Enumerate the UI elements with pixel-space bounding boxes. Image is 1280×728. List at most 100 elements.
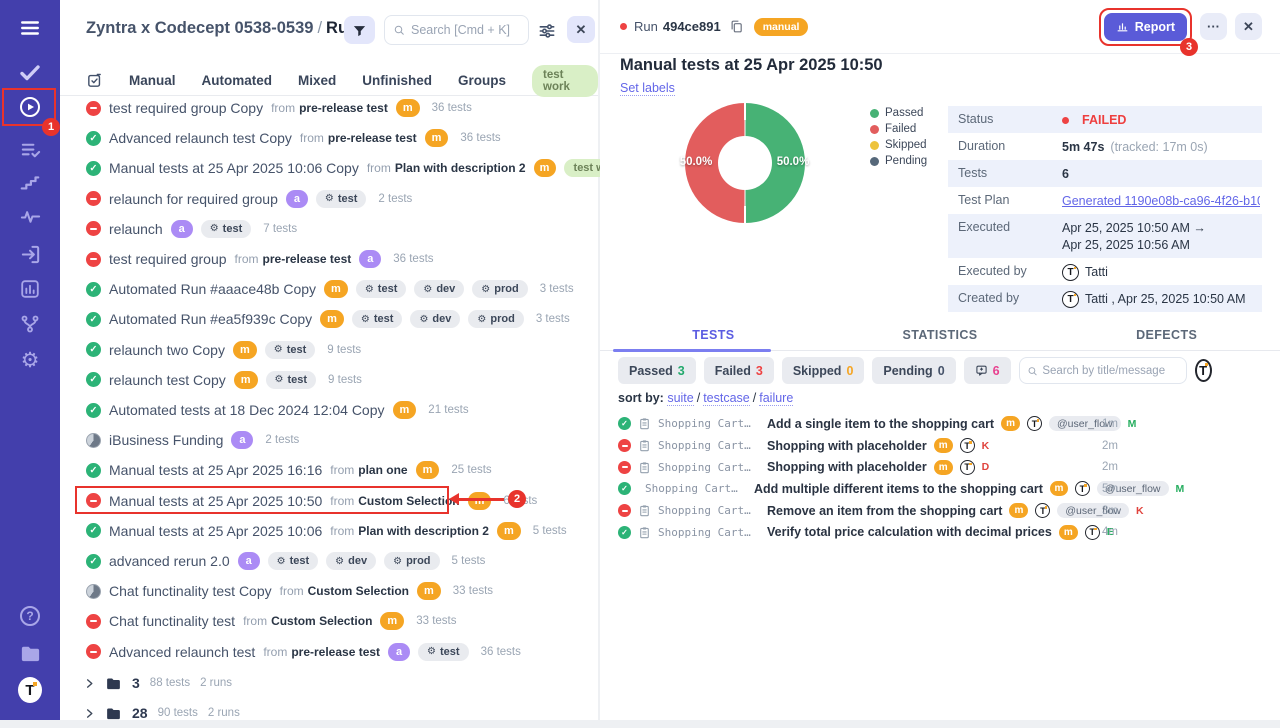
steps-icon[interactable] (18, 170, 42, 194)
run-list-item[interactable]: ✓advanced rerun 2.0a⚙test⚙dev⚙prod5 test… (60, 546, 598, 576)
test-row[interactable]: Shopping Cart…Remove an item from the sh… (618, 500, 1178, 522)
run-list-item[interactable]: test required groupfrompre-release testa… (60, 244, 598, 274)
run-tests-count: 21 tests (428, 404, 468, 416)
check-icon[interactable] (18, 60, 42, 84)
filter-pending[interactable]: Pending0 (872, 357, 955, 384)
run-list-item[interactable]: Advanced relaunch testfrompre-release te… (60, 637, 598, 667)
tab-manual[interactable]: Manual (129, 73, 176, 88)
run-list-item[interactable]: ✓Advanced relaunch test Copyfrompre-rele… (60, 123, 598, 153)
info-label: Status (958, 112, 1062, 126)
info-row: Duration5m 47s(tracked: 17m 0s) (948, 133, 1262, 160)
test-marker: K (1136, 505, 1144, 517)
menu-icon[interactable] (18, 16, 42, 40)
detail-tab-statistics[interactable]: STATISTICS (827, 322, 1054, 350)
list-check-icon[interactable] (18, 138, 42, 162)
test-marker: M (1128, 418, 1137, 430)
filter-skipped[interactable]: Skipped0 (782, 357, 865, 384)
copy-icon[interactable] (729, 19, 744, 34)
run-list-item[interactable]: Chat functinality test CopyfromCustom Se… (60, 576, 598, 606)
assignee-avatar[interactable]: T (1195, 359, 1212, 382)
help-icon[interactable]: ? (18, 604, 42, 628)
close-detail-button[interactable]: ✕ (1235, 13, 1262, 40)
gear-icon: ⚙ (335, 556, 344, 567)
detail-tab-tests[interactable]: TESTS (600, 322, 827, 350)
more-button[interactable]: ··· (1200, 13, 1227, 40)
test-row[interactable]: ✓Shopping Cart…Add multiple different it… (618, 478, 1178, 500)
run-list-item[interactable]: iBusiness Fundinga2 tests (60, 425, 598, 455)
branch-icon[interactable] (18, 312, 42, 336)
play-circle-icon[interactable] (18, 95, 42, 119)
tests-search-box[interactable] (1019, 357, 1187, 384)
run-list-item[interactable]: ✓Automated Run #aaace48b Copym⚙test⚙dev⚙… (60, 274, 598, 304)
legend-dot (870, 125, 879, 134)
sort-by-suite[interactable]: suite (667, 391, 693, 406)
filter-failed[interactable]: Failed3 (704, 357, 774, 384)
tests-search-input[interactable] (1042, 365, 1178, 377)
gear-icon: ⚙ (274, 344, 283, 355)
folder-row[interactable]: 388 tests2 runs (60, 668, 598, 698)
test-plan-link[interactable]: Generated 1190e08b-ca96-4f26-b10f-d... (1062, 193, 1260, 210)
sign-in-icon[interactable] (18, 242, 42, 266)
chart-legend: PassedFailedSkippedPending (870, 107, 927, 167)
test-row[interactable]: ✓Shopping Cart…Add a single item to the … (618, 413, 1178, 435)
tab-automated[interactable]: Automated (202, 73, 273, 88)
sort-row: sort by: suite/testcase/failure (618, 391, 793, 405)
set-labels-link[interactable]: Set labels (620, 81, 675, 96)
failed-icon (86, 614, 101, 629)
chevron-right-icon (84, 678, 95, 689)
env-badge: ⚙test (316, 190, 367, 208)
bar-chart-icon[interactable] (18, 277, 42, 301)
run-title: Automated Run #ea5f939c Copy (109, 311, 312, 327)
failed-icon (86, 191, 101, 206)
comments-filter[interactable]: 6 (964, 357, 1011, 384)
search-box[interactable] (384, 15, 529, 45)
run-list-item[interactable]: ✓relaunch two Copym⚙test9 tests (60, 335, 598, 365)
run-list-item[interactable]: test required group Copyfrompre-release … (60, 93, 598, 123)
run-plan: pre-release test (299, 101, 388, 115)
run-list-item[interactable]: relauncha⚙test7 tests (60, 214, 598, 244)
passed-icon: ✓ (86, 282, 101, 297)
filter-button[interactable] (344, 16, 375, 44)
failed-icon (86, 644, 101, 659)
env-badge: ⚙prod (472, 280, 527, 298)
adjustments-icon[interactable] (537, 20, 559, 42)
legend-label: Pending (885, 155, 927, 167)
filter-passed[interactable]: Passed3 (618, 357, 696, 384)
sort-by-testcase[interactable]: testcase (703, 391, 750, 406)
run-list-item[interactable]: ✓Automated tests at 18 Dec 2024 12:04 Co… (60, 395, 598, 425)
pulse-icon[interactable] (18, 204, 42, 228)
run-list-item[interactable]: ✓Automated Run #ea5f939c Copym⚙test⚙dev⚙… (60, 304, 598, 334)
sort-by-failure[interactable]: failure (759, 391, 793, 406)
select-all-icon[interactable] (86, 72, 103, 89)
folder-icon[interactable] (18, 641, 42, 665)
search-input[interactable] (411, 23, 520, 37)
test-title: Verify total price calculation with deci… (767, 525, 1052, 539)
run-list-item[interactable]: ✓Manual tests at 25 Apr 2025 16:16frompl… (60, 455, 598, 485)
gear-icon[interactable]: ⚙ (18, 348, 42, 372)
partial-icon (86, 584, 101, 599)
logo-avatar[interactable]: T (18, 678, 42, 702)
report-chart-icon (1116, 20, 1129, 33)
run-list-item[interactable]: ✓Manual tests at 25 Apr 2025 10:06 Copyf… (60, 153, 598, 183)
test-row[interactable]: Shopping Cart…Shopping with placeholderm… (618, 456, 1178, 478)
folder-row[interactable]: 2890 tests2 runs (60, 698, 598, 728)
test-row[interactable]: ✓Shopping Cart…Verify total price calcul… (618, 522, 1178, 544)
run-title: test required group Copy (109, 100, 263, 116)
run-list-item[interactable]: ✓relaunch test Copym⚙test9 tests (60, 365, 598, 395)
run-list-item[interactable]: ✓Manual tests at 25 Apr 2025 10:06fromPl… (60, 516, 598, 546)
run-list-item[interactable]: relaunch for required groupa⚙test2 tests (60, 184, 598, 214)
run-mode-badge: m (393, 401, 417, 419)
legend-label: Skipped (885, 139, 927, 151)
label-filter-badge[interactable]: test work (532, 65, 598, 97)
detail-tab-defects[interactable]: DEFECTS (1053, 322, 1280, 350)
tab-mixed[interactable]: Mixed (298, 73, 336, 88)
close-panel-button[interactable]: ✕ (567, 16, 595, 43)
report-button[interactable]: Report (1104, 13, 1187, 41)
tab-groups[interactable]: Groups (458, 73, 506, 88)
run-tests-count: 9 tests (327, 344, 361, 356)
legend-item: Skipped (870, 139, 927, 151)
run-mode-badge: a (231, 431, 253, 449)
run-list-item[interactable]: Chat functinality testfromCustom Selecti… (60, 606, 598, 636)
test-row[interactable]: Shopping Cart…Shopping with placeholderm… (618, 435, 1178, 457)
tab-unfinished[interactable]: Unfinished (362, 73, 432, 88)
